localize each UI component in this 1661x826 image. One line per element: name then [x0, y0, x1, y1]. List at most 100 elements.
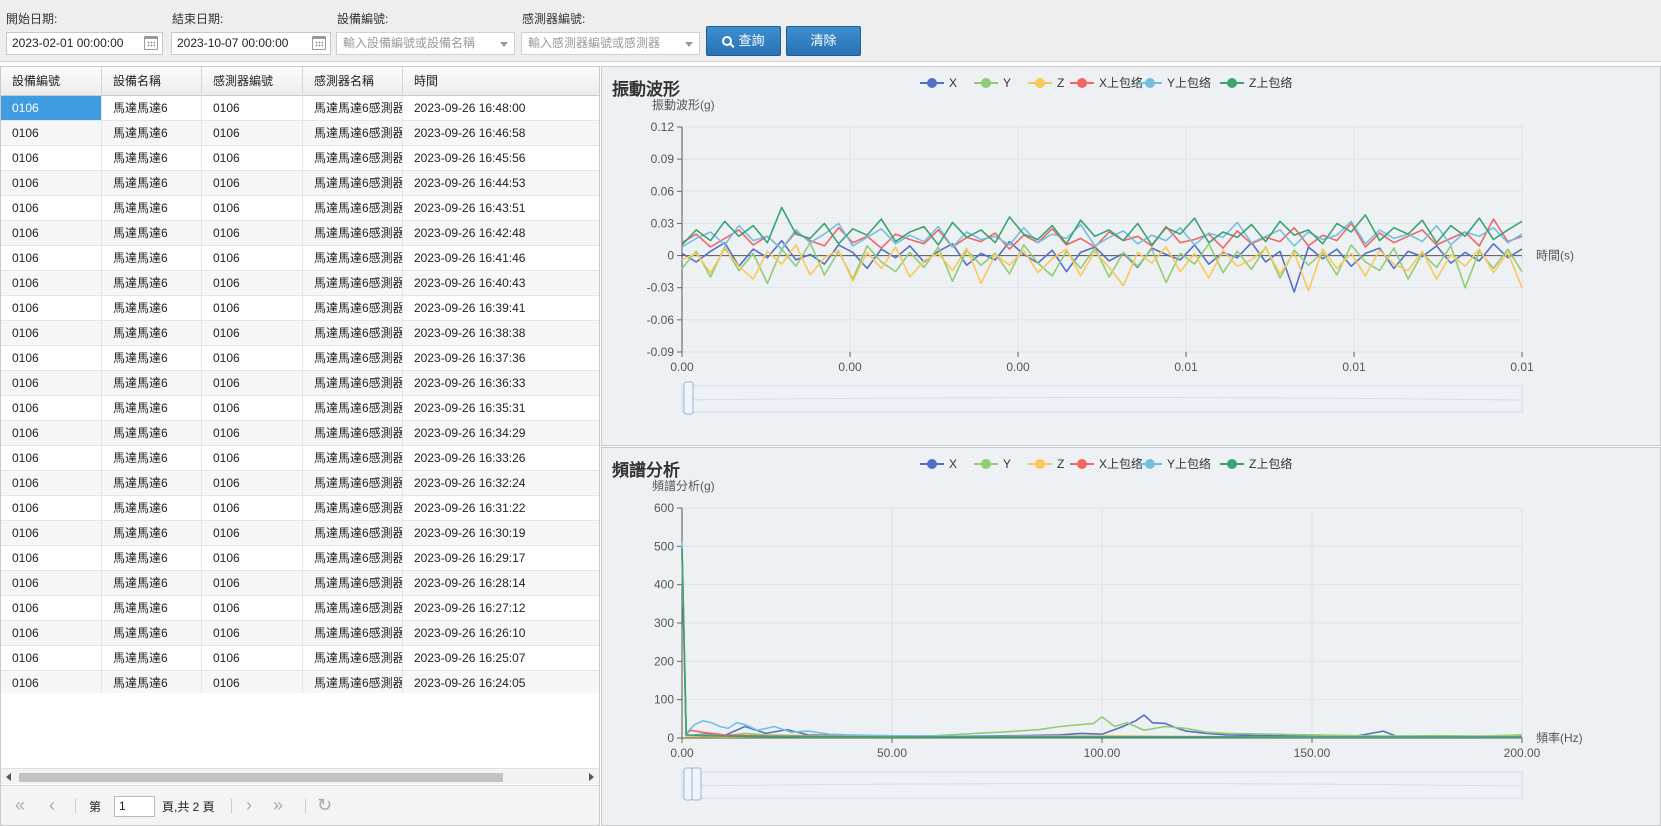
- table-row[interactable]: 0106 馬達馬達6 0106 馬達馬達6感測器 2023-09-26 16:48:00: [1, 96, 599, 121]
- column-header[interactable]: 感測器名稱: [303, 67, 403, 96]
- search-icon: [722, 36, 733, 46]
- legend-marker: [981, 78, 991, 88]
- table-cell: 馬達馬達6感測器: [303, 546, 403, 570]
- table-cell: 2023-09-26 16:24:05: [414, 676, 526, 690]
- pager-separator: [231, 799, 232, 813]
- spectrum-panel: 頻譜分析 X Y Z X上包络 Y上包络 Z上包络 頻譜分析(g) 0 100 200 300 400 5…: [601, 447, 1661, 826]
- legend-marker: [1227, 459, 1237, 469]
- search-button[interactable]: 查詢: [706, 26, 781, 56]
- table-row[interactable]: 0106 馬達馬達6 0106 馬達馬達6感測器 2023-09-26 16:29:17: [1, 546, 599, 571]
- table-cell: 0106: [202, 446, 303, 470]
- spectrum-chart: 頻譜分析 X Y Z X上包络 Y上包络 Z上包络頻譜分析(g) 0 100 200 300 400 5…: [602, 448, 1660, 825]
- table-row[interactable]: 0106 馬達馬達6 0106 馬達馬達6感測器 2023-09-26 16:42:48: [1, 221, 599, 246]
- table-cell: 2023-09-26 16:31:22: [414, 501, 526, 515]
- last-page-icon[interactable]: »: [273, 795, 283, 815]
- device-select[interactable]: 輸入設備編號或設備名稱: [336, 32, 515, 55]
- table-cell: 馬達馬達6感測器: [303, 196, 403, 220]
- table-cell: 2023-09-26 16:43:51: [414, 201, 526, 215]
- table-row[interactable]: 0106 馬達馬達6 0106 馬達馬達6感測器 2023-09-26 16:31:22: [1, 496, 599, 521]
- next-page-icon[interactable]: ›: [246, 795, 252, 815]
- table-row[interactable]: 0106 馬達馬達6 0106 馬達馬達6感測器 2023-09-26 16:39:41: [1, 296, 599, 321]
- y-tick-label: 100: [654, 693, 674, 707]
- legend-marker: [1035, 78, 1045, 88]
- calendar-icon[interactable]: [312, 36, 326, 50]
- table-row[interactable]: 0106 馬達馬達6 0106 馬達馬達6感測器 2023-09-26 16:34:29: [1, 421, 599, 446]
- table-row[interactable]: 0106 馬達馬達6 0106 馬達馬達6感測器 2023-09-26 16:30:19: [1, 521, 599, 546]
- table-cell: 0106: [202, 146, 303, 170]
- table-cell: 馬達馬達6感測器: [303, 396, 403, 420]
- table-cell: 馬達馬達6: [102, 121, 202, 145]
- table-row[interactable]: 0106 馬達馬達6 0106 馬達馬達6感測器 2023-09-26 16:45:56: [1, 146, 599, 171]
- table-row[interactable]: 0106 馬達馬達6 0106 馬達馬達6感測器 2023-09-26 16:33:26: [1, 446, 599, 471]
- table-cell: 2023-09-26 16:33:26: [414, 451, 526, 465]
- y-tick-label: 0: [667, 249, 674, 263]
- table-cell: 0106: [1, 421, 102, 445]
- table-row[interactable]: 0106 馬達馬達6 0106 馬達馬達6感測器 2023-09-26 16:28:14: [1, 571, 599, 596]
- start-date-field[interactable]: 2023-02-01 00:00:00: [6, 32, 163, 55]
- end-date-field[interactable]: 2023-10-07 00:00:00: [171, 32, 331, 55]
- scroll-left-icon[interactable]: [6, 773, 11, 781]
- table-cell: 馬達馬達6: [102, 346, 202, 370]
- scroll-right-icon[interactable]: [589, 773, 594, 781]
- table-cell: 馬達馬達6感測器: [303, 471, 403, 495]
- y-tick-label: 600: [654, 501, 674, 515]
- table-cell: 0106: [1, 296, 102, 320]
- column-header[interactable]: 設備名稱: [102, 67, 202, 96]
- prev-page-icon[interactable]: ‹: [49, 795, 55, 815]
- horizontal-scrollbar[interactable]: [1, 768, 599, 784]
- table-row[interactable]: 0106 馬達馬達6 0106 馬達馬達6感測器 2023-09-26 16:36:33: [1, 371, 599, 396]
- table-cell: 2023-09-26 16:30:19: [414, 526, 526, 540]
- scrollbar-thumb[interactable]: [19, 773, 503, 782]
- table-row[interactable]: 0106 馬達馬達6 0106 馬達馬達6感測器 2023-09-26 16:43:51: [1, 196, 599, 221]
- table-cell: 馬達馬達6感測器: [303, 221, 403, 245]
- table-row[interactable]: 0106 馬達馬達6 0106 馬達馬達6感測器 2023-09-26 16:35:31: [1, 396, 599, 421]
- table-row[interactable]: 0106 馬達馬達6 0106 馬達馬達6感測器 2023-09-26 16:46:58: [1, 121, 599, 146]
- table-row[interactable]: 0106 馬達馬達6 0106 馬達馬達6感測器 2023-09-26 16:38:38: [1, 321, 599, 346]
- column-header[interactable]: 時間: [403, 67, 599, 96]
- column-header[interactable]: 設備編號: [1, 67, 102, 96]
- table-cell: 馬達馬達6: [102, 246, 202, 270]
- zoom-slider-handle[interactable]: [691, 767, 702, 801]
- chart-title: 頻譜分析: [611, 460, 680, 480]
- table-cell: 0106: [1, 521, 102, 545]
- table-cell: 0106: [202, 396, 303, 420]
- zoom-slider-handle[interactable]: [683, 381, 694, 415]
- sensor-placeholder: 輸入感測器編號或感測器: [528, 36, 661, 50]
- y-axis-label: 頻譜分析(g): [652, 478, 715, 493]
- table-cell: 馬達馬達6感測器: [303, 371, 403, 395]
- clear-button[interactable]: 清除: [786, 26, 861, 56]
- table-cell: 0106: [1, 621, 102, 645]
- table-cell: 2023-09-26 16:48:00: [414, 101, 526, 115]
- table-cell: 0106: [202, 671, 303, 693]
- refresh-icon[interactable]: ↻: [317, 795, 332, 815]
- table-row[interactable]: 0106 馬達馬達6 0106 馬達馬達6感測器 2023-09-26 16:41:46: [1, 246, 599, 271]
- x-tick-label: 0.01: [1510, 360, 1534, 374]
- table-cell: 2023-09-26 16:27:12: [414, 601, 526, 615]
- table-row[interactable]: 0106 馬達馬達6 0106 馬達馬達6感測器 2023-09-26 16:26:10: [1, 621, 599, 646]
- column-header[interactable]: 感測器編號: [202, 67, 303, 96]
- calendar-icon[interactable]: [144, 36, 158, 50]
- sensor-select[interactable]: 輸入感測器編號或感測器: [521, 32, 700, 55]
- table-row[interactable]: 0106 馬達馬達6 0106 馬達馬達6感測器 2023-09-26 16:37:36: [1, 346, 599, 371]
- table-row[interactable]: 0106 馬達馬達6 0106 馬達馬達6感測器 2023-09-26 16:24:05: [1, 671, 599, 693]
- table-cell: 0106: [202, 196, 303, 220]
- table-cell: 0106: [202, 421, 303, 445]
- table-row[interactable]: 0106 馬達馬達6 0106 馬達馬達6感測器 2023-09-26 16:32:24: [1, 471, 599, 496]
- table-cell: 馬達馬達6: [102, 196, 202, 220]
- table-row[interactable]: 0106 馬達馬達6 0106 馬達馬達6感測器 2023-09-26 16:25:07: [1, 646, 599, 671]
- pagination-bar: « ‹ 第 1 頁,共 2 頁 › » ↻: [1, 785, 599, 825]
- table-row[interactable]: 0106 馬達馬達6 0106 馬達馬達6感測器 2023-09-26 16:40:43: [1, 271, 599, 296]
- waveform-chart: 振動波形 X Y Z X上包络 Y上包络 Z上包络振動波形(g) -0.09 -0.06 -0.0…: [602, 67, 1660, 445]
- y-tick-label: 500: [654, 539, 674, 553]
- table-cell: 0106: [202, 246, 303, 270]
- table-row[interactable]: 0106 馬達馬達6 0106 馬達馬達6感測器 2023-09-26 16:44:53: [1, 171, 599, 196]
- device-placeholder: 輸入設備編號或設備名稱: [343, 36, 476, 50]
- first-page-icon[interactable]: «: [15, 795, 25, 815]
- legend-label: Y上包络: [1167, 456, 1211, 471]
- table-cell: 馬達馬達6: [102, 546, 202, 570]
- page-number-input[interactable]: 1: [114, 796, 155, 817]
- x-tick-label: 100.00: [1084, 746, 1121, 760]
- table-row[interactable]: 0106 馬達馬達6 0106 馬達馬達6感測器 2023-09-26 16:27:12: [1, 596, 599, 621]
- y-tick-label: -0.09: [647, 345, 675, 359]
- table-cell: 0106: [202, 296, 303, 320]
